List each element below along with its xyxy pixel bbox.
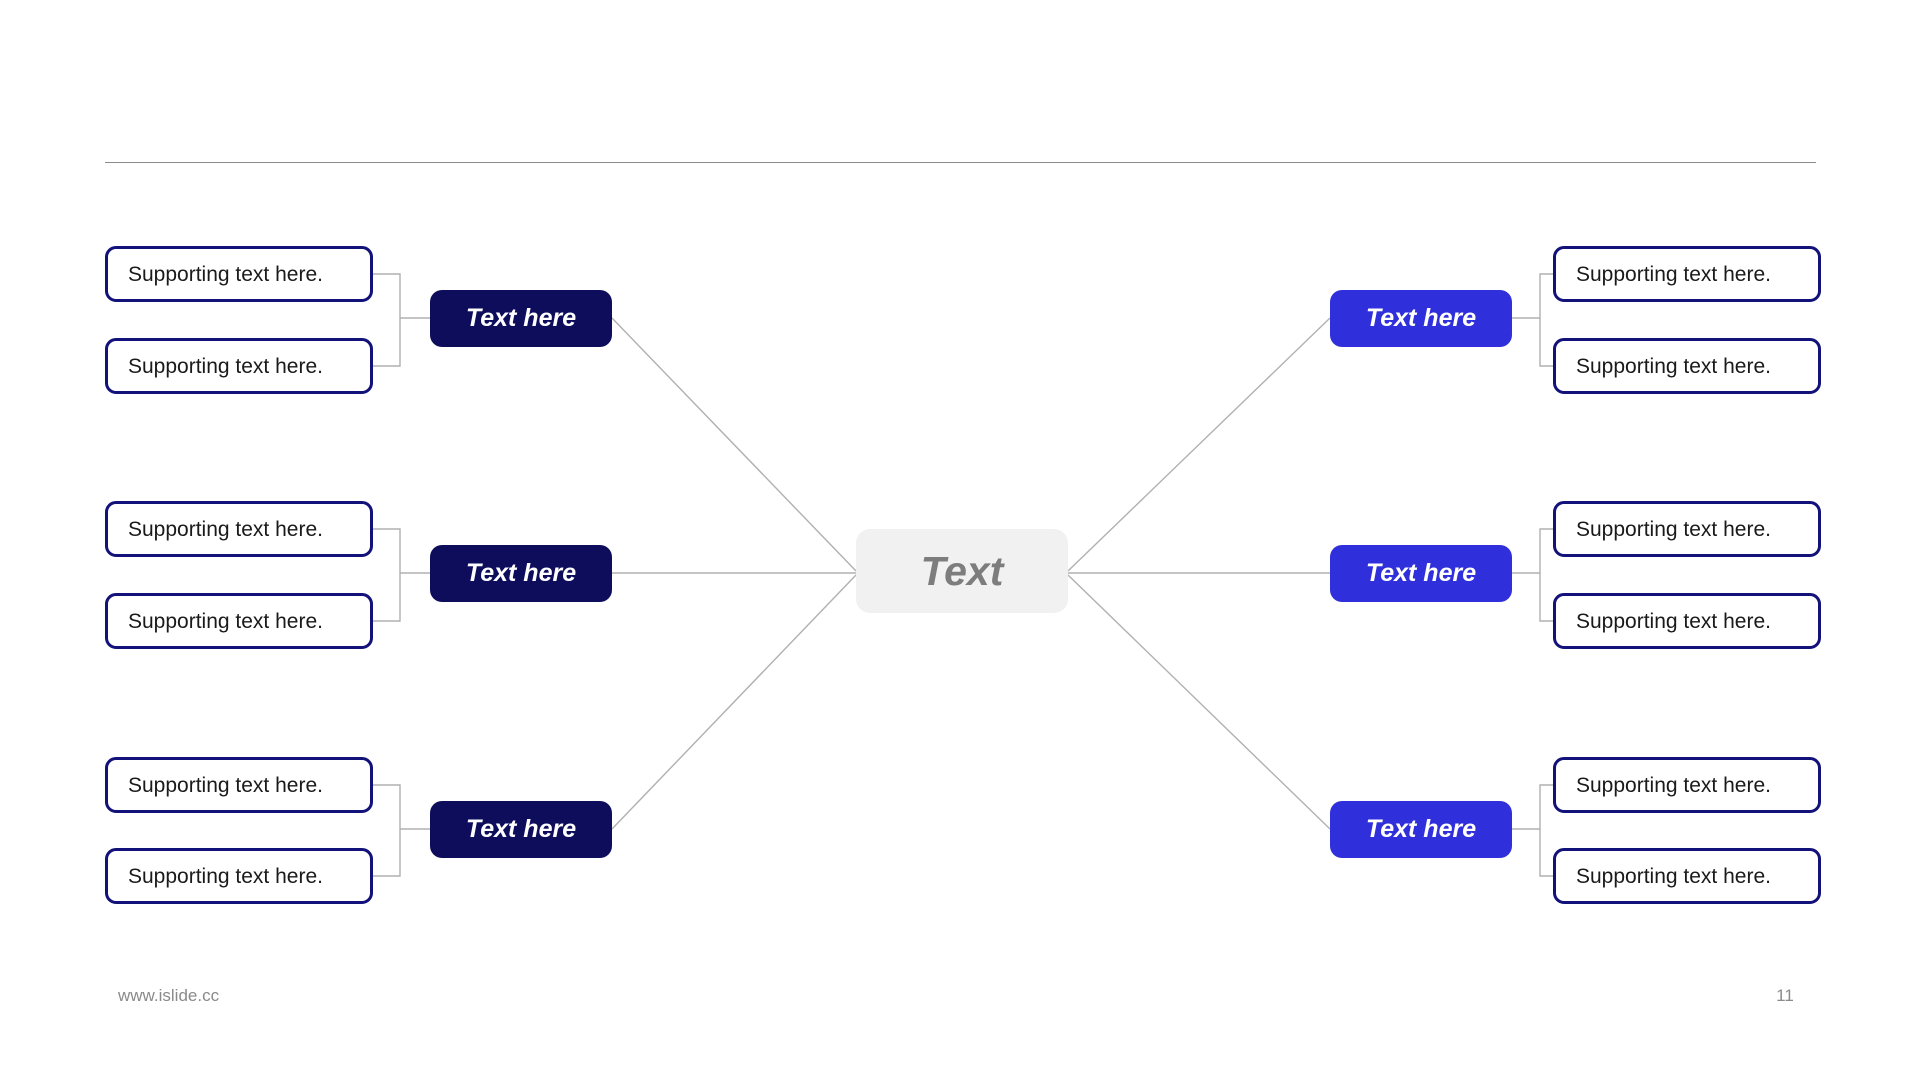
support-box-right-2-2[interactable]: Supporting text here. [1553, 593, 1821, 649]
support-box-left-2-1[interactable]: Supporting text here. [105, 501, 373, 557]
support-box-right-1-2[interactable]: Supporting text here. [1553, 338, 1821, 394]
support-box-left-1-2[interactable]: Supporting text here. [105, 338, 373, 394]
center-hub[interactable]: Text [856, 529, 1068, 613]
branch-label: Text here [465, 304, 577, 332]
support-label: Supporting text here. [128, 354, 323, 378]
branch-label: Text here [465, 815, 577, 843]
branch-label: Text here [1365, 304, 1477, 332]
support-label: Supporting text here. [1576, 864, 1771, 888]
branch-box-right-2[interactable]: Text here [1330, 545, 1512, 602]
branch-box-right-1[interactable]: Text here [1330, 290, 1512, 347]
support-label: Supporting text here. [1576, 517, 1771, 541]
support-label: Supporting text here. [1576, 262, 1771, 286]
branch-label: Text here [1365, 559, 1477, 587]
branch-label: Text here [1365, 815, 1477, 843]
support-label: Supporting text here. [1576, 354, 1771, 378]
support-label: Supporting text here. [128, 517, 323, 541]
support-label: Supporting text here. [1576, 609, 1771, 633]
support-box-left-3-1[interactable]: Supporting text here. [105, 757, 373, 813]
support-label: Supporting text here. [1576, 773, 1771, 797]
center-label: Text [920, 547, 1004, 594]
support-box-left-2-2[interactable]: Supporting text here. [105, 593, 373, 649]
branch-box-left-3[interactable]: Text here [430, 801, 612, 858]
branch-box-left-2[interactable]: Text here [430, 545, 612, 602]
support-box-right-1-1[interactable]: Supporting text here. [1553, 246, 1821, 302]
slide-canvas: Supporting text here. Supporting text he… [0, 0, 1920, 1080]
support-label: Supporting text here. [128, 773, 323, 797]
support-box-left-1-1[interactable]: Supporting text here. [105, 246, 373, 302]
footer-page-number: 11 [1776, 986, 1794, 1005]
support-label: Supporting text here. [128, 262, 323, 286]
support-label: Supporting text here. [128, 609, 323, 633]
footer-website[interactable]: www.islide.cc [118, 987, 219, 1004]
branch-box-right-3[interactable]: Text here [1330, 801, 1512, 858]
support-box-left-3-2[interactable]: Supporting text here. [105, 848, 373, 904]
support-box-right-3-1[interactable]: Supporting text here. [1553, 757, 1821, 813]
branch-box-left-1[interactable]: Text here [430, 290, 612, 347]
branch-label: Text here [465, 559, 577, 587]
support-label: Supporting text here. [128, 864, 323, 888]
support-box-right-2-1[interactable]: Supporting text here. [1553, 501, 1821, 557]
support-box-right-3-2[interactable]: Supporting text here. [1553, 848, 1821, 904]
header-divider [105, 162, 1816, 163]
